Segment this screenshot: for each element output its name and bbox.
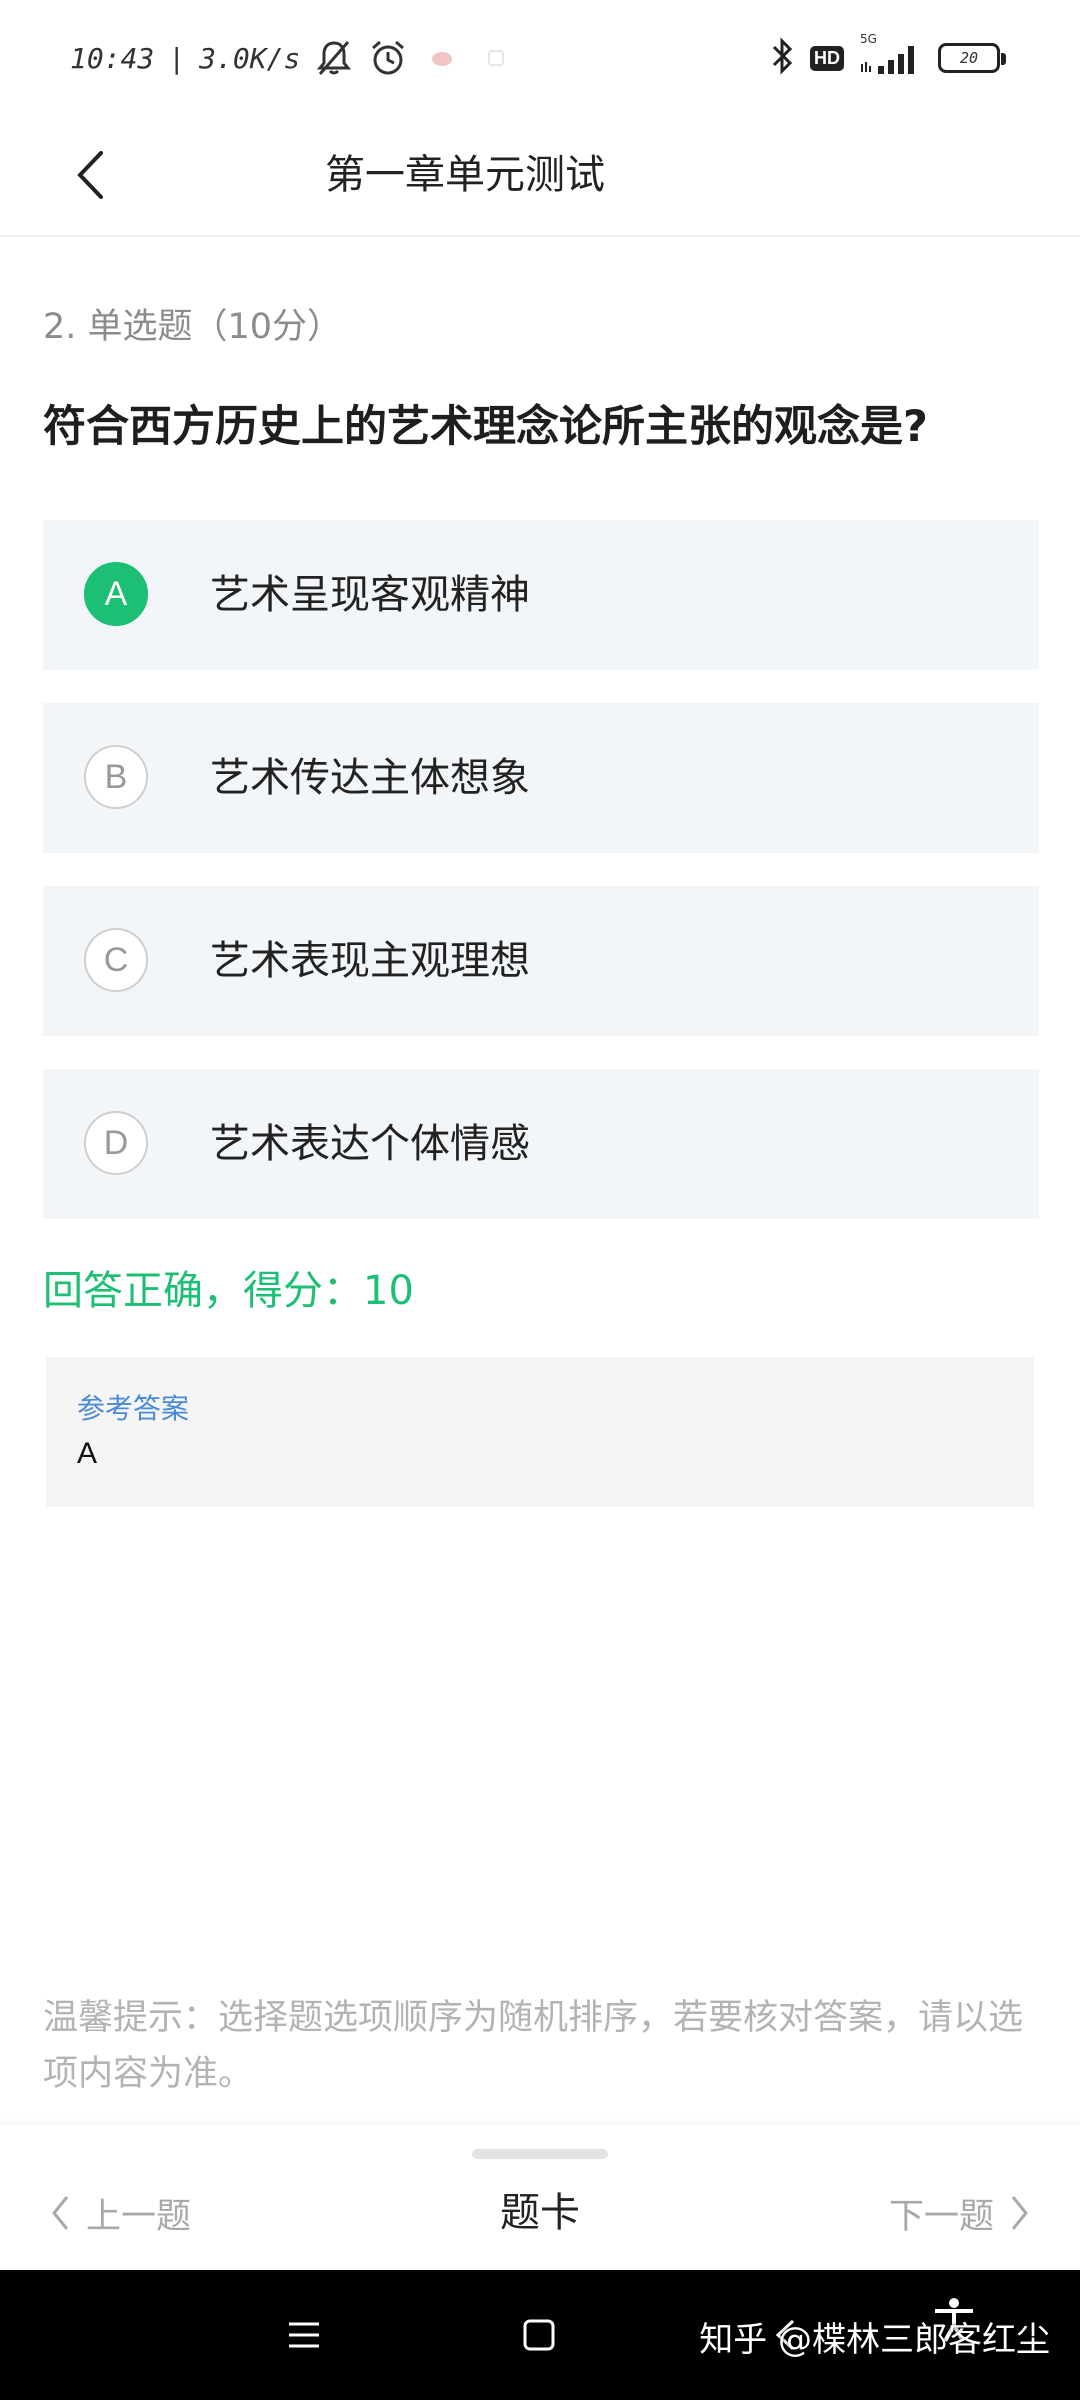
option-letter: C xyxy=(84,928,148,992)
hd-badge: HD xyxy=(810,45,844,71)
bluetooth-icon xyxy=(770,37,796,79)
status-net-speed: 3.0K/s xyxy=(199,41,301,75)
reference-answer-label: 参考答案 xyxy=(77,1392,190,1425)
status-separator: | xyxy=(168,41,186,75)
mute-bell-icon xyxy=(314,38,354,78)
result-text: 回答正确，得分：10 xyxy=(43,1268,414,1314)
menu-icon xyxy=(289,2322,319,2348)
option-letter: B xyxy=(84,745,148,809)
bottom-nav: 上一题 题卡 下一题 xyxy=(0,2125,1080,2270)
status-right: HD 5G 20 xyxy=(770,32,1006,80)
page-title: 第一章单元测试 xyxy=(325,152,605,198)
option-text: 艺术传达主体想象 xyxy=(210,755,530,801)
option-c[interactable]: C 艺术表现主观理想 xyxy=(43,886,1039,1036)
next-question-button[interactable]: 下一题 xyxy=(889,2173,1030,2253)
menu-button[interactable] xyxy=(274,2305,334,2365)
reference-answer-value: A xyxy=(77,1437,98,1470)
watermark: 知乎 @楪林三郎客红尘 xyxy=(699,2320,1050,2360)
system-nav-bar: 知乎 @楪林三郎客红尘 xyxy=(0,2270,1080,2400)
home-icon xyxy=(523,2319,555,2351)
status-time: 10:43 xyxy=(70,41,155,75)
chevron-right-icon xyxy=(1011,2196,1028,2230)
option-a[interactable]: A 艺术呈现客观精神 xyxy=(43,520,1039,670)
app-notification-icon-2 xyxy=(476,38,516,78)
question-meta: 2. 单选题（10分） xyxy=(43,307,343,347)
question-text: 符合西方历史上的艺术理念论所主张的观念是? xyxy=(43,402,928,452)
option-text: 艺术呈现客观精神 xyxy=(210,572,530,618)
reference-answer-box: 参考答案 A xyxy=(46,1357,1034,1507)
screen: 10:43 | 3.0K/s HD 5G 20 第一章单元测试 2. 单选题（1… xyxy=(0,0,1080,2400)
option-text: 艺术表达个体情感 xyxy=(210,1121,530,1167)
app-notification-icon xyxy=(422,38,462,78)
options-list: A 艺术呈现客观精神 B 艺术传达主体想象 C 艺术表现主观理想 D 艺术表达个… xyxy=(43,520,1039,1252)
option-d[interactable]: D 艺术表达个体情感 xyxy=(43,1069,1039,1219)
header: 第一章单元测试 xyxy=(0,115,1080,237)
next-question-label: 下一题 xyxy=(888,2196,994,2237)
status-left: 10:43 | 3.0K/s xyxy=(70,36,516,80)
option-letter: D xyxy=(84,1111,148,1175)
battery-icon: 20 xyxy=(938,43,1006,73)
signal-icon: 5G xyxy=(858,32,924,78)
option-b[interactable]: B 艺术传达主体想象 xyxy=(43,703,1039,853)
alarm-icon xyxy=(368,38,408,78)
option-letter: A xyxy=(84,562,148,626)
option-text: 艺术表现主观理想 xyxy=(210,938,530,984)
status-bar: 10:43 | 3.0K/s HD 5G 20 xyxy=(0,0,1080,115)
drag-handle[interactable] xyxy=(472,2149,608,2159)
tip-text: 温馨提示：选择题选项顺序为随机排序，若要核对答案，请以选项内容为准。 xyxy=(43,1998,1024,2094)
home-button[interactable] xyxy=(509,2305,569,2365)
